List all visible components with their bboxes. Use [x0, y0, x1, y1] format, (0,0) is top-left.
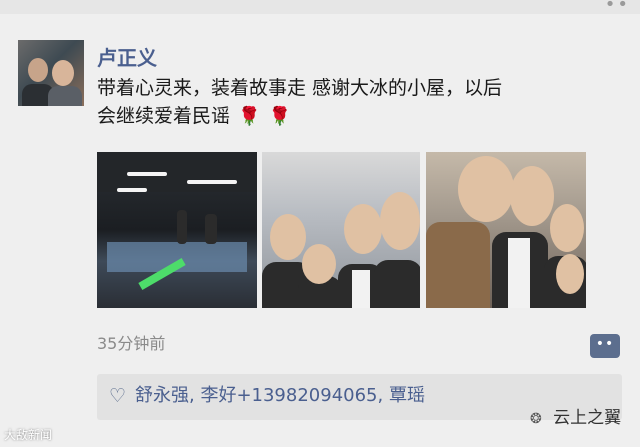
performer [205, 214, 217, 244]
watermark-left-text: 大敌新闻 [4, 428, 53, 442]
watermark-right-text: 云上之翼 [553, 408, 622, 428]
avatar[interactable] [18, 40, 84, 106]
rose-emoji-2: 🌹 [268, 106, 291, 127]
previous-post-more-icon[interactable]: •• [605, 0, 630, 15]
person-face [556, 254, 584, 294]
rose-emoji-1: 🌹 [238, 106, 261, 127]
person-face [550, 204, 584, 252]
person-shirt [352, 270, 370, 308]
venue-ceiling [97, 152, 257, 192]
person-shirt [508, 238, 530, 308]
group-selfie-photo-1[interactable] [262, 152, 420, 308]
post-text-body: 带着心灵来，装着故事走 感谢大冰的小屋，以后 会继续爱着民谣 [97, 77, 503, 127]
watermark-left: 大敌新闻 [4, 426, 52, 443]
heart-outline-icon: ♡ [109, 385, 127, 407]
person-face [344, 204, 382, 254]
person-face [380, 192, 420, 250]
person-face [510, 166, 554, 226]
comment-button[interactable]: •• [590, 334, 620, 358]
group-selfie-photo-2[interactable] [426, 152, 586, 308]
person-body [374, 260, 420, 308]
person-face [270, 214, 306, 260]
avatar-figure-right [48, 86, 82, 106]
avatar-face-left [28, 58, 48, 82]
person-body [426, 222, 490, 308]
more-dots-icon: •• [595, 336, 615, 352]
ceiling-light [187, 180, 237, 184]
concert-venue-photo[interactable] [97, 152, 257, 308]
avatar-face-right [52, 60, 74, 86]
performer [177, 210, 187, 244]
ceiling-light [117, 188, 147, 192]
username[interactable]: 卢正义 [97, 42, 157, 71]
post-text: 带着心灵来，装着故事走 感谢大冰的小屋，以后 会继续爱着民谣 🌹 🌹 [97, 74, 632, 131]
watermark-right: ❂ 云上之翼 [530, 403, 621, 428]
post-time: 35分钟前 [97, 334, 166, 353]
person-face [458, 156, 514, 222]
likes-list[interactable]: 舒永强, 李好+13982094065, 覃瑶 [135, 384, 425, 408]
top-strip: •• [0, 0, 640, 15]
person-face [302, 244, 336, 284]
ceiling-light [127, 172, 167, 176]
wechat-official-icon: ❂ [530, 411, 542, 427]
